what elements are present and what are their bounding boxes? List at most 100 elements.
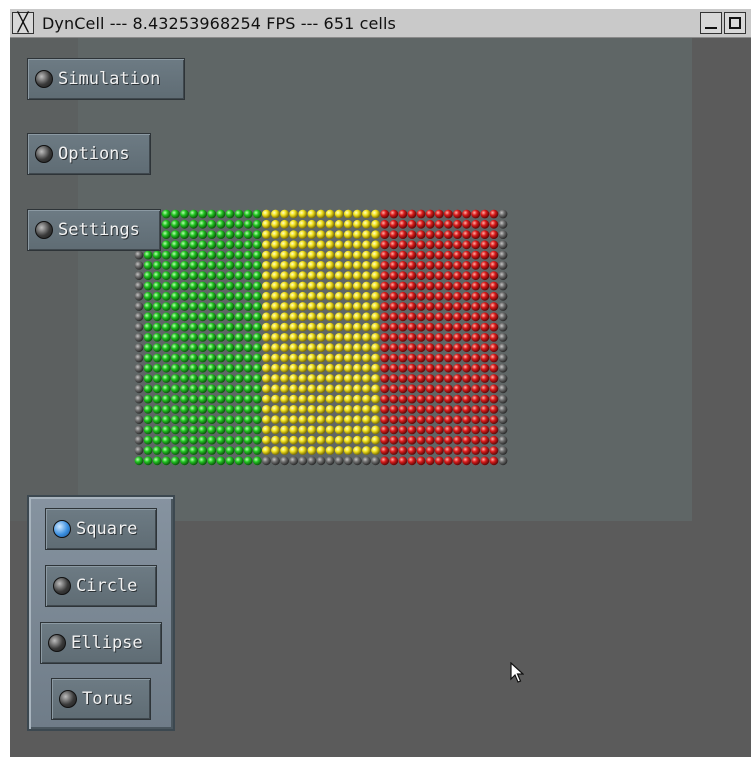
cell-yellow: [325, 291, 335, 301]
minimize-button[interactable]: [700, 12, 722, 34]
cell-green: [243, 302, 253, 311]
cell-red: [407, 394, 417, 404]
cell-green: [252, 302, 262, 311]
cell-yellow: [325, 312, 335, 322]
cell-yellow: [362, 230, 371, 240]
cell-green: [216, 394, 226, 404]
cell-red: [416, 250, 426, 260]
cell-yellow: [343, 281, 353, 291]
title-bar[interactable]: ╳ DynCell --- 8.43253968254 FPS --- 651 …: [10, 9, 751, 38]
cell-red: [380, 384, 390, 394]
cell-red: [480, 261, 490, 270]
cell-yellow: [280, 343, 289, 353]
cell-red: [380, 261, 390, 270]
cell-yellow: [307, 343, 317, 353]
cell-red: [398, 353, 408, 363]
cell-green: [171, 322, 180, 332]
cell-yellow: [371, 312, 380, 322]
cell-red: [398, 219, 408, 229]
cell-yellow: [325, 281, 335, 291]
cell-yellow: [307, 291, 317, 301]
cell-yellow: [262, 343, 271, 353]
cell-green: [180, 353, 189, 363]
cell-yellow: [371, 353, 380, 363]
cell-green: [243, 405, 253, 414]
cell-yellow: [289, 353, 299, 363]
cell-yellow: [307, 209, 317, 219]
maximize-button[interactable]: [724, 12, 746, 34]
cell-green: [216, 240, 226, 250]
cell-red: [398, 291, 408, 301]
cell-red: [434, 374, 444, 383]
cell-red: [489, 240, 499, 250]
simulation-button[interactable]: Simulation: [27, 58, 185, 100]
cell-red: [380, 425, 390, 435]
cell-yellow: [343, 394, 353, 404]
cell-red: [398, 363, 408, 373]
shape-torus-button[interactable]: Torus: [51, 678, 151, 720]
cell-green: [189, 271, 199, 281]
cell-yellow: [262, 435, 271, 445]
cell-green: [180, 271, 189, 281]
cell-green: [198, 374, 208, 383]
cell-yellow: [334, 240, 344, 250]
cell-green: [207, 405, 217, 414]
options-button[interactable]: Options: [27, 133, 151, 175]
cell-yellow: [262, 415, 271, 425]
cell-red: [444, 333, 453, 342]
shape-circle-button[interactable]: Circle: [45, 565, 157, 607]
cell-green: [216, 271, 226, 281]
cell-green: [198, 261, 208, 270]
cell-green: [252, 291, 262, 301]
cell-yellow: [371, 250, 380, 260]
close-button[interactable]: ╳: [12, 12, 34, 34]
cell-yellow: [298, 322, 308, 332]
cell-red: [389, 230, 399, 240]
cell-red: [453, 333, 462, 342]
cell-red: [407, 281, 417, 291]
cell-red: [444, 435, 453, 445]
shape-ellipse-button[interactable]: Ellipse: [40, 622, 162, 664]
cell-green: [180, 343, 189, 353]
mouse-cursor-icon: [510, 662, 524, 683]
cell-green: [198, 333, 208, 342]
cell-green: [243, 333, 253, 342]
cell-red: [407, 261, 417, 270]
shape-square-button[interactable]: Square: [45, 508, 157, 550]
cell-green: [252, 333, 262, 342]
cell-green: [198, 240, 208, 250]
cell-green: [171, 240, 180, 250]
cell-yellow: [353, 333, 362, 342]
cell-yellow: [316, 394, 326, 404]
cell-green: [252, 343, 262, 353]
settings-button[interactable]: Settings: [27, 209, 161, 251]
options-label: Options: [58, 144, 130, 164]
cell-red: [480, 456, 490, 466]
cell-yellow: [262, 353, 271, 363]
cell-green: [216, 261, 226, 270]
cell-green: [252, 425, 262, 435]
cell-red: [444, 281, 453, 291]
cell-yellow: [343, 343, 353, 353]
cell-red: [453, 250, 462, 260]
cell-red: [453, 302, 462, 311]
cell-yellow: [362, 374, 371, 383]
cell-green: [252, 230, 262, 240]
cell-red: [489, 312, 499, 322]
cell-yellow: [307, 271, 317, 281]
cell-green: [180, 291, 189, 301]
cell-red: [398, 425, 408, 435]
close-icon: ╳: [17, 12, 29, 33]
cell-yellow: [307, 405, 317, 414]
cell-red: [380, 353, 390, 363]
cell-red: [471, 261, 481, 270]
shape-label: Ellipse: [71, 633, 143, 653]
cell-yellow: [307, 363, 317, 373]
cell-yellow: [362, 333, 371, 342]
cell-red: [407, 271, 417, 281]
cell-red: [480, 291, 490, 301]
cell-red: [380, 405, 390, 414]
cell-red: [444, 322, 453, 332]
cell-red: [416, 271, 426, 281]
cell-green: [161, 353, 171, 363]
